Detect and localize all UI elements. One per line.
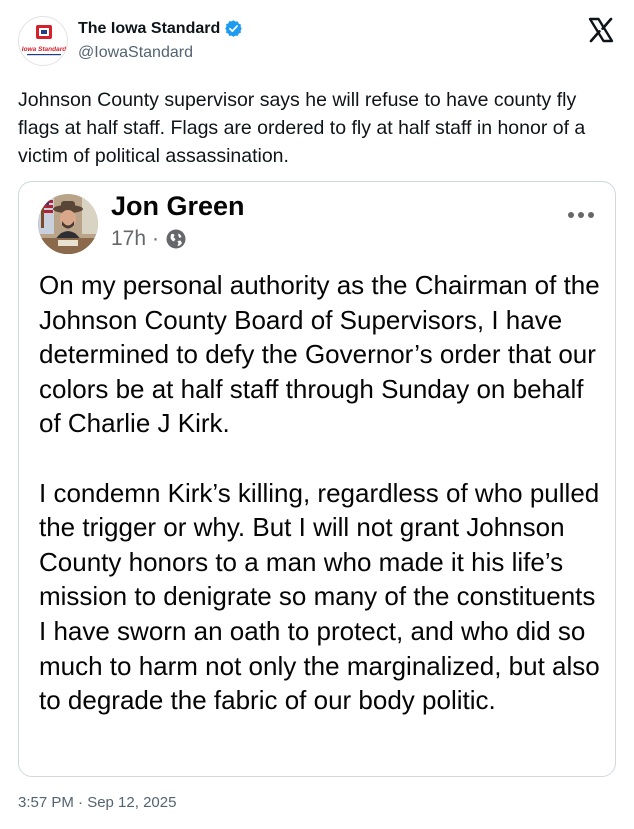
account-avatar[interactable]: Iowa Standard [18, 16, 68, 66]
tweet-text: Johnson County supervisor says he will r… [18, 89, 586, 167]
account-handle[interactable]: @IowaStandard [78, 44, 193, 62]
embedded-post-image[interactable]: Jon Green 17h · On my personal authority… [18, 181, 616, 777]
x-logo-icon[interactable] [588, 17, 614, 43]
post-author-name: Jon Green [111, 191, 245, 221]
post-author-avatar [38, 194, 98, 254]
verified-badge-icon [224, 19, 243, 38]
tweet-timestamp[interactable]: 3:57 PM · Sep 12, 2025 [18, 794, 176, 811]
meta-separator: · [152, 227, 160, 250]
more-options-icon [567, 206, 595, 218]
post-body-text: On my personal authority as the Chairman… [39, 270, 600, 716]
post-meta: 17h · [111, 227, 187, 251]
globe-icon [165, 228, 187, 250]
iowa-standard-logo-icon: Iowa Standard [22, 25, 67, 56]
logo-text: Iowa Standard [22, 46, 67, 53]
account-name[interactable]: The Iowa Standard [78, 20, 220, 38]
account-name-row[interactable]: The Iowa Standard [78, 19, 243, 38]
post-time: 17h [111, 227, 147, 250]
